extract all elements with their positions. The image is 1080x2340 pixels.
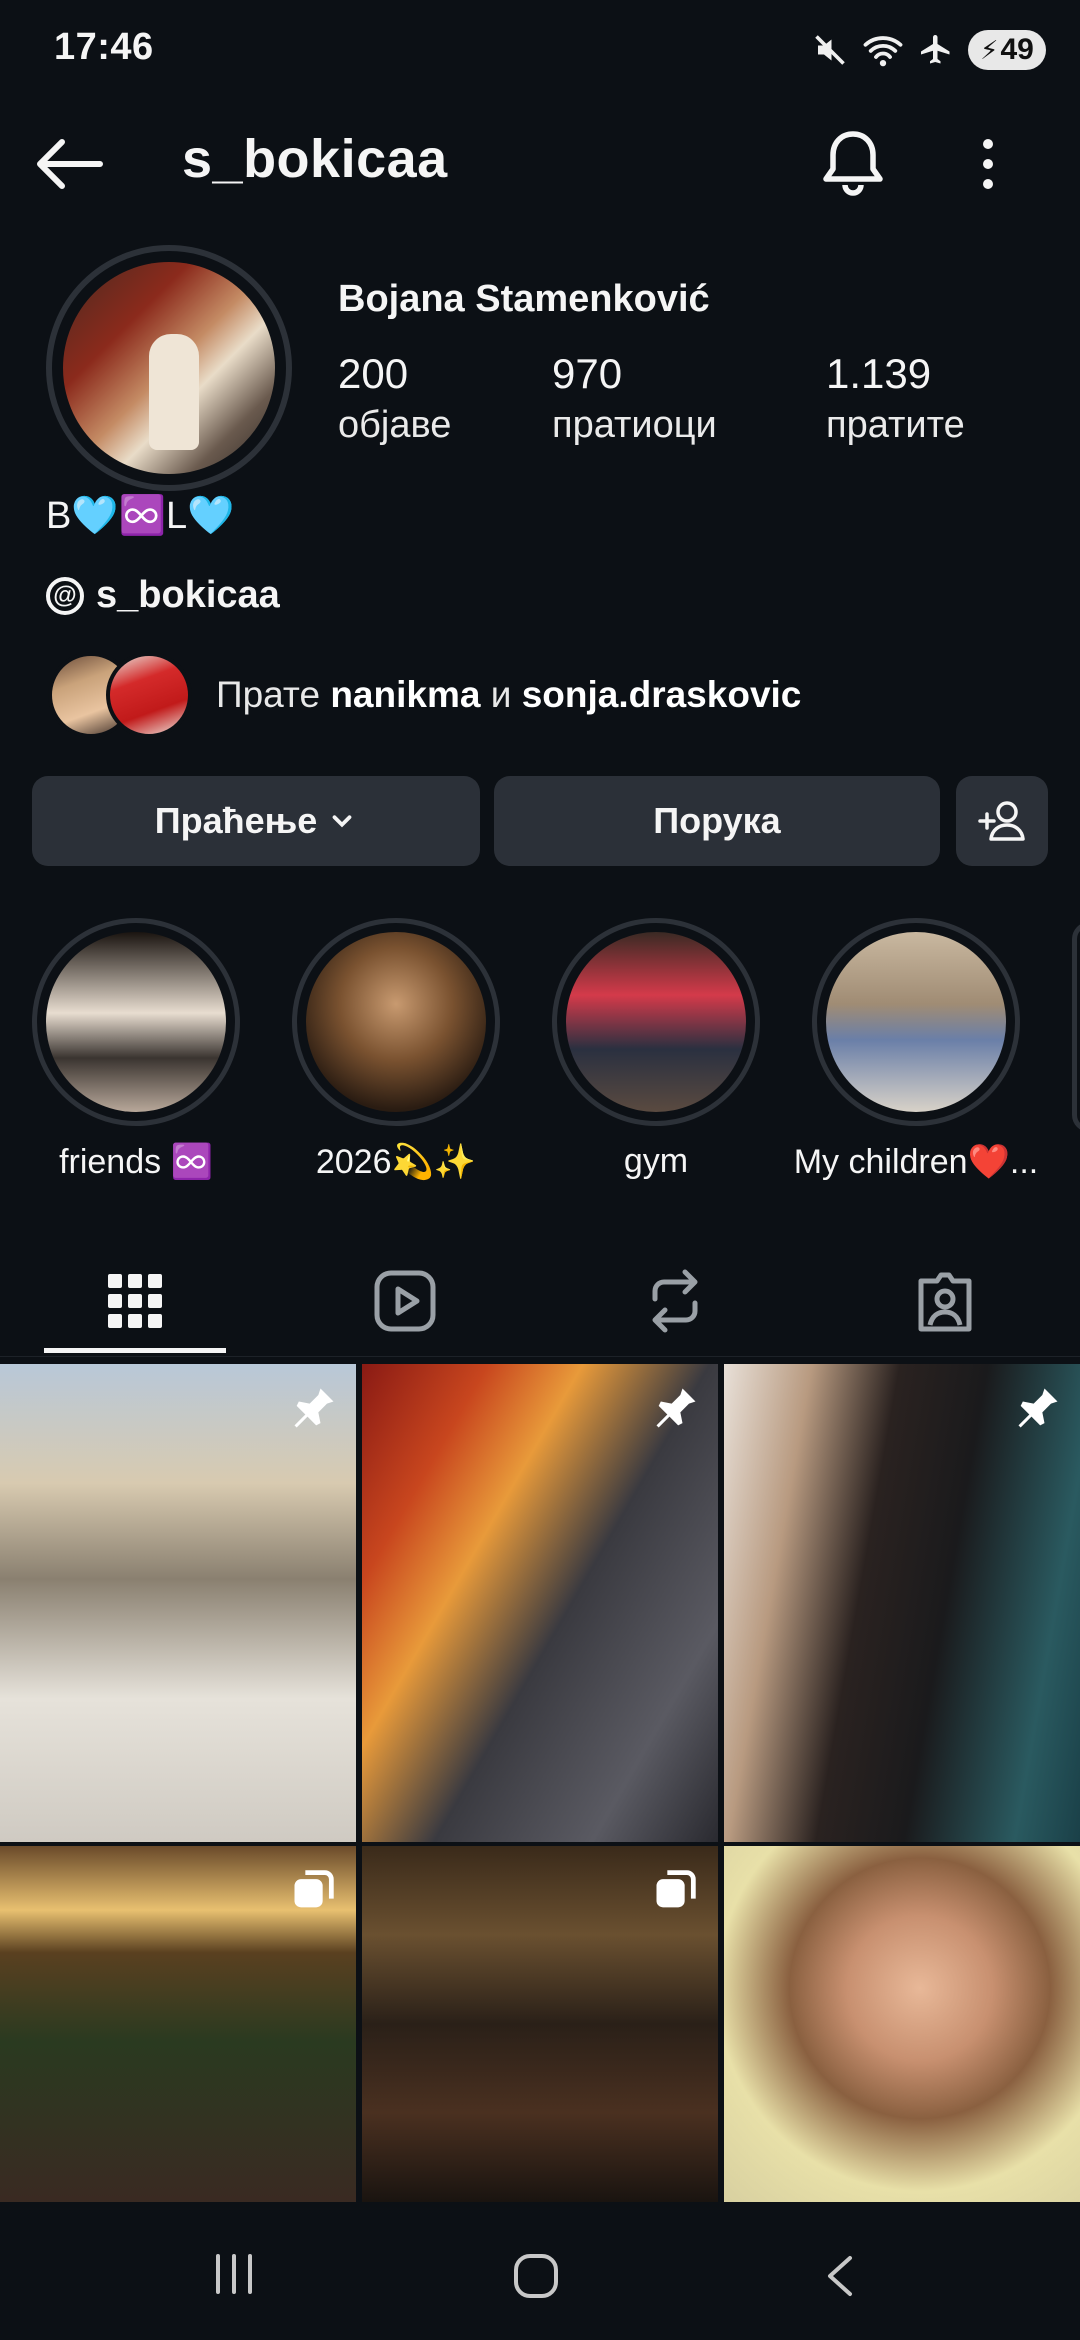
highlight-label: gym: [623, 1142, 689, 1180]
pin-icon: [656, 1388, 696, 1428]
display-name: Bojana Stamenković: [338, 278, 710, 320]
followed-by-row[interactable]: Прате nanikma и sonja.draskovic: [48, 652, 801, 738]
followed-user-1: nanikma: [330, 674, 481, 715]
following-button[interactable]: Праћење: [32, 776, 480, 866]
tab-grid[interactable]: [0, 1246, 270, 1356]
followed-by-text: Прате nanikma и sonja.draskovic: [216, 674, 801, 716]
mute-icon: [815, 35, 845, 65]
status-time: 17:46: [54, 26, 154, 68]
active-tab-indicator: [44, 1348, 226, 1353]
stat-value: 970: [552, 350, 623, 397]
post-thumbnail[interactable]: [362, 1846, 718, 2202]
carousel-icon: [656, 1870, 696, 1908]
tab-divider: [0, 1356, 1080, 1357]
suggested-users-button[interactable]: [956, 776, 1048, 866]
post-thumbnail[interactable]: [724, 1364, 1080, 1842]
post-thumbnail[interactable]: [0, 1846, 356, 2202]
page-title: s_bokicaa: [182, 129, 448, 189]
following-label: Праћење: [154, 800, 318, 841]
post-thumbnail[interactable]: [724, 1846, 1080, 2202]
stat-label: пратиоци: [552, 404, 717, 446]
airplane-icon: [921, 35, 950, 64]
tab-reels[interactable]: [270, 1246, 540, 1356]
post-thumbnail[interactable]: [362, 1364, 718, 1842]
followed-prefix: Прате: [216, 674, 321, 715]
profile-avatar[interactable]: [46, 245, 292, 491]
back-nav-icon[interactable]: [822, 2254, 856, 2298]
charging-bolt-icon: ⚡: [980, 34, 999, 65]
add-person-icon: [978, 801, 1025, 841]
message-button[interactable]: Порука: [494, 776, 940, 866]
stat-value: 200: [338, 350, 409, 397]
stat-label: пратите: [826, 404, 965, 446]
highlight-my-children[interactable]: My children❤️...: [791, 918, 1041, 1182]
followed-user-2: sonja.draskovic: [521, 674, 802, 715]
highlight-cover: [46, 932, 226, 1112]
tab-reposts[interactable]: [540, 1246, 810, 1356]
carousel-icon: [294, 1870, 334, 1908]
more-options-icon[interactable]: [968, 134, 1008, 194]
pin-icon: [294, 1388, 334, 1428]
chevron-down-icon: [332, 815, 352, 828]
status-icons: ⚡ 49: [812, 28, 1046, 72]
follower-avatar: [106, 652, 192, 738]
stat-label: објаве: [338, 404, 452, 446]
threads-handle: s_bokicaa: [96, 574, 280, 616]
grid-icon: [108, 1274, 162, 1328]
followed-conj: и: [490, 674, 512, 715]
avatar-image: [63, 262, 275, 474]
followers-count[interactable]: 970 пратиоци: [552, 350, 717, 447]
following-count[interactable]: 1.139 пратите: [826, 350, 965, 447]
highlight-label: My children❤️...: [793, 1143, 1039, 1181]
highlight-partial[interactable]: [1072, 922, 1080, 1132]
highlight-cover: [306, 932, 486, 1112]
highlight-label: friends ♾️: [59, 1143, 213, 1181]
battery-indicator: ⚡ 49: [968, 30, 1046, 70]
battery-level: 49: [1000, 33, 1034, 66]
highlight-cover: [826, 932, 1006, 1112]
highlight-gym[interactable]: gym: [551, 918, 761, 1181]
pin-icon: [1018, 1388, 1058, 1428]
post-thumbnail[interactable]: [0, 1364, 356, 1842]
wifi-icon: [863, 36, 903, 67]
threads-link[interactable]: @ s_bokicaa: [46, 574, 280, 617]
threads-icon: @: [46, 576, 84, 615]
stat-value: 1.139: [826, 350, 932, 397]
bio-text: B🩵♾️L🩵: [46, 495, 235, 537]
notification-bell-icon[interactable]: [820, 128, 886, 200]
recent-apps-icon[interactable]: [212, 2252, 256, 2296]
repost-icon: [652, 1269, 698, 1333]
highlight-2026[interactable]: 2026💫✨: [291, 918, 501, 1182]
message-label: Порука: [653, 800, 781, 841]
home-icon[interactable]: [512, 2252, 560, 2300]
posts-count: 200 објаве: [338, 350, 451, 447]
reels-play-icon: [374, 1270, 436, 1332]
highlight-cover: [566, 932, 746, 1112]
system-nav-bar: [0, 2202, 1080, 2340]
highlight-label: 2026💫✨: [315, 1143, 477, 1181]
tagged-person-icon: [918, 1272, 972, 1332]
tab-tagged[interactable]: [810, 1246, 1080, 1356]
highlight-friends[interactable]: friends ♾️: [31, 918, 241, 1182]
back-arrow-icon[interactable]: [30, 136, 106, 192]
